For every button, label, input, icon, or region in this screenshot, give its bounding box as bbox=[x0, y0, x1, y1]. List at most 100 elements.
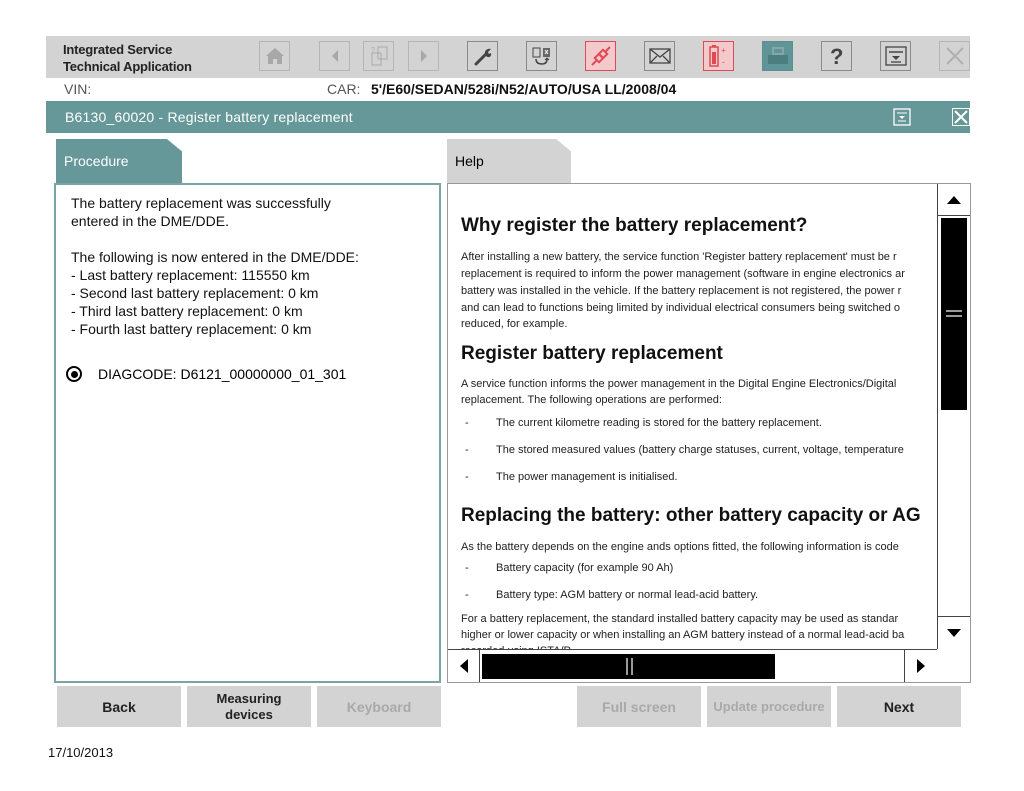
home-icon bbox=[265, 48, 284, 64]
messages-button[interactable] bbox=[644, 41, 675, 71]
diagcode-label: DIAGCODE: D6121_00000000_01_301 bbox=[98, 366, 347, 382]
full-screen-button[interactable]: Full screen bbox=[577, 686, 701, 727]
help-button[interactable]: ? bbox=[821, 41, 852, 71]
documents-button[interactable]: ? bbox=[363, 41, 394, 71]
list-item-text: The power management is initialised. bbox=[496, 471, 678, 483]
app-title-line1: Integrated Service bbox=[63, 42, 173, 57]
horizontal-scroll-thumb[interactable] bbox=[482, 654, 775, 679]
replacement-item: - Fourth last battery replacement: 0 km bbox=[71, 321, 312, 337]
list-item-text: The current kilometre reading is stored … bbox=[496, 417, 822, 429]
app-title: Integrated Service Technical Application bbox=[63, 41, 192, 75]
list-item-text: Battery type: AGM battery or normal lead… bbox=[496, 589, 759, 601]
measuring-devices-button[interactable]: Measuring devices bbox=[187, 686, 311, 727]
help-heading: Why register the battery replacement? bbox=[461, 215, 808, 236]
help-paragraph-line: A service function informs the power man… bbox=[461, 378, 897, 390]
battery-status-button[interactable]: + - bbox=[703, 41, 734, 71]
procedure-text: The battery replacement was successfully… bbox=[71, 194, 359, 338]
help-paragraph-line: After installing a new battery, the serv… bbox=[461, 251, 897, 263]
svg-text:-: - bbox=[722, 57, 725, 67]
bullet-dash: - bbox=[465, 444, 469, 456]
vin-label: VIN: bbox=[64, 81, 92, 97]
help-paragraph-line: and can lead to functions being limited … bbox=[461, 302, 901, 314]
vertical-scroll-thumb[interactable] bbox=[941, 218, 967, 410]
arrow-left-icon bbox=[459, 659, 468, 673]
entered-heading: The following is now entered in the DME/… bbox=[71, 249, 359, 265]
grip-icon bbox=[626, 658, 633, 675]
help-panel: Why register the battery replacement? Af… bbox=[447, 183, 971, 683]
car-label: CAR: bbox=[327, 81, 361, 97]
close-app-button[interactable] bbox=[939, 41, 970, 71]
battery-icon: +- bbox=[708, 45, 726, 67]
arrow-right-icon bbox=[916, 659, 925, 673]
back-button[interactable]: Back bbox=[57, 686, 181, 727]
update-procedure-button[interactable]: Update procedure bbox=[707, 686, 831, 727]
horizontal-scrollbar[interactable] bbox=[448, 649, 937, 682]
result-line1: The battery replacement was successfully bbox=[71, 195, 331, 211]
help-heading: Register battery replacement bbox=[461, 343, 723, 364]
car-value: 5'/E60/SEDAN/528i/N52/AUTO/USA LL/2008/0… bbox=[371, 81, 677, 97]
procedure-title: B6130_60020 - Register battery replaceme… bbox=[65, 109, 353, 125]
grip-icon bbox=[946, 310, 962, 317]
minimize-button[interactable] bbox=[880, 41, 911, 71]
help-paragraph-line: For a battery replacement, the standard … bbox=[461, 613, 899, 625]
bullet-dash: - bbox=[465, 589, 469, 601]
close-icon bbox=[945, 47, 964, 65]
help-list-item: - The current kilometre reading is stored… bbox=[461, 417, 822, 429]
replacement-item: - Third last battery replacement: 0 km bbox=[71, 303, 303, 319]
window-close-button[interactable] bbox=[952, 108, 970, 126]
svg-text:+: + bbox=[721, 46, 726, 55]
bullet-dash: - bbox=[465, 562, 469, 574]
scroll-right-button[interactable] bbox=[904, 650, 936, 682]
help-paragraph-line: replacement is required to inform the po… bbox=[461, 268, 905, 280]
list-item-text: The stored measured values (battery char… bbox=[496, 444, 904, 456]
connection-status-button[interactable] bbox=[585, 41, 616, 71]
procedure-panel: The battery replacement was successfully… bbox=[54, 183, 441, 683]
keyboard-button[interactable]: Keyboard bbox=[317, 686, 441, 727]
service-functions-button[interactable] bbox=[467, 41, 498, 71]
scroll-up-button[interactable] bbox=[938, 184, 970, 216]
diagcode-option[interactable]: DIAGCODE: D6121_00000000_01_301 bbox=[66, 366, 346, 382]
vehicle-connection-button[interactable] bbox=[526, 41, 557, 71]
scroll-down-button[interactable] bbox=[938, 616, 970, 648]
arrow-down-icon bbox=[947, 628, 961, 637]
replacement-item: - Last battery replacement: 115550 km bbox=[71, 267, 310, 283]
svg-text:?: ? bbox=[371, 47, 375, 54]
help-list-item: - The power management is initialised. bbox=[461, 471, 678, 483]
connection-swap-icon bbox=[532, 47, 550, 65]
tab-help[interactable]: Help bbox=[447, 139, 571, 183]
radio-selected-icon[interactable] bbox=[66, 366, 82, 382]
help-list-item: - Battery type: AGM battery or normal lea… bbox=[461, 589, 758, 601]
vehicle-info-bar: VIN: CAR: 5'/E60/SEDAN/528i/N52/AUTO/USA… bbox=[46, 78, 970, 100]
procedure-title-bar: B6130_60020 - Register battery replaceme… bbox=[46, 101, 970, 133]
vertical-scrollbar[interactable] bbox=[937, 184, 970, 649]
print-button[interactable] bbox=[762, 41, 793, 71]
bullet-dash: - bbox=[465, 417, 469, 429]
help-paragraph-line: higher or lower capacity or when install… bbox=[461, 629, 905, 641]
back-nav-button[interactable] bbox=[319, 41, 350, 71]
replacement-item: - Second last battery replacement: 0 km bbox=[71, 285, 319, 301]
tab-procedure[interactable]: Procedure bbox=[56, 139, 182, 183]
footer-date: 17/10/2013 bbox=[48, 745, 114, 760]
window-minimize-button[interactable] bbox=[893, 108, 911, 126]
wrench-icon bbox=[474, 48, 491, 66]
help-paragraph-line: reduced, for example. bbox=[461, 318, 568, 330]
scroll-left-button[interactable] bbox=[448, 650, 480, 682]
minimize-window-icon bbox=[884, 46, 907, 66]
forward-nav-button[interactable] bbox=[408, 41, 439, 71]
list-item-text: Battery capacity (for example 90 Ah) bbox=[496, 562, 674, 574]
help-heading: Replacing the battery: other battery cap… bbox=[461, 505, 921, 526]
close-icon bbox=[952, 108, 970, 126]
arrow-up-icon bbox=[947, 195, 961, 204]
bullet-dash: - bbox=[465, 471, 469, 483]
documents-icon: ? bbox=[371, 46, 387, 66]
printer-icon bbox=[767, 47, 788, 64]
plug-disconnected-icon bbox=[590, 46, 611, 66]
arrow-left-icon bbox=[331, 50, 338, 62]
envelope-icon bbox=[648, 48, 671, 64]
app-title-line2: Technical Application bbox=[63, 59, 192, 74]
home-button[interactable] bbox=[259, 41, 290, 71]
help-list-item: - The stored measured values (battery cha… bbox=[461, 444, 904, 456]
application-toolbar: Integrated Service Technical Application… bbox=[46, 36, 970, 78]
next-button[interactable]: Next bbox=[837, 686, 961, 727]
result-line2: entered in the DME/DDE. bbox=[71, 213, 229, 229]
